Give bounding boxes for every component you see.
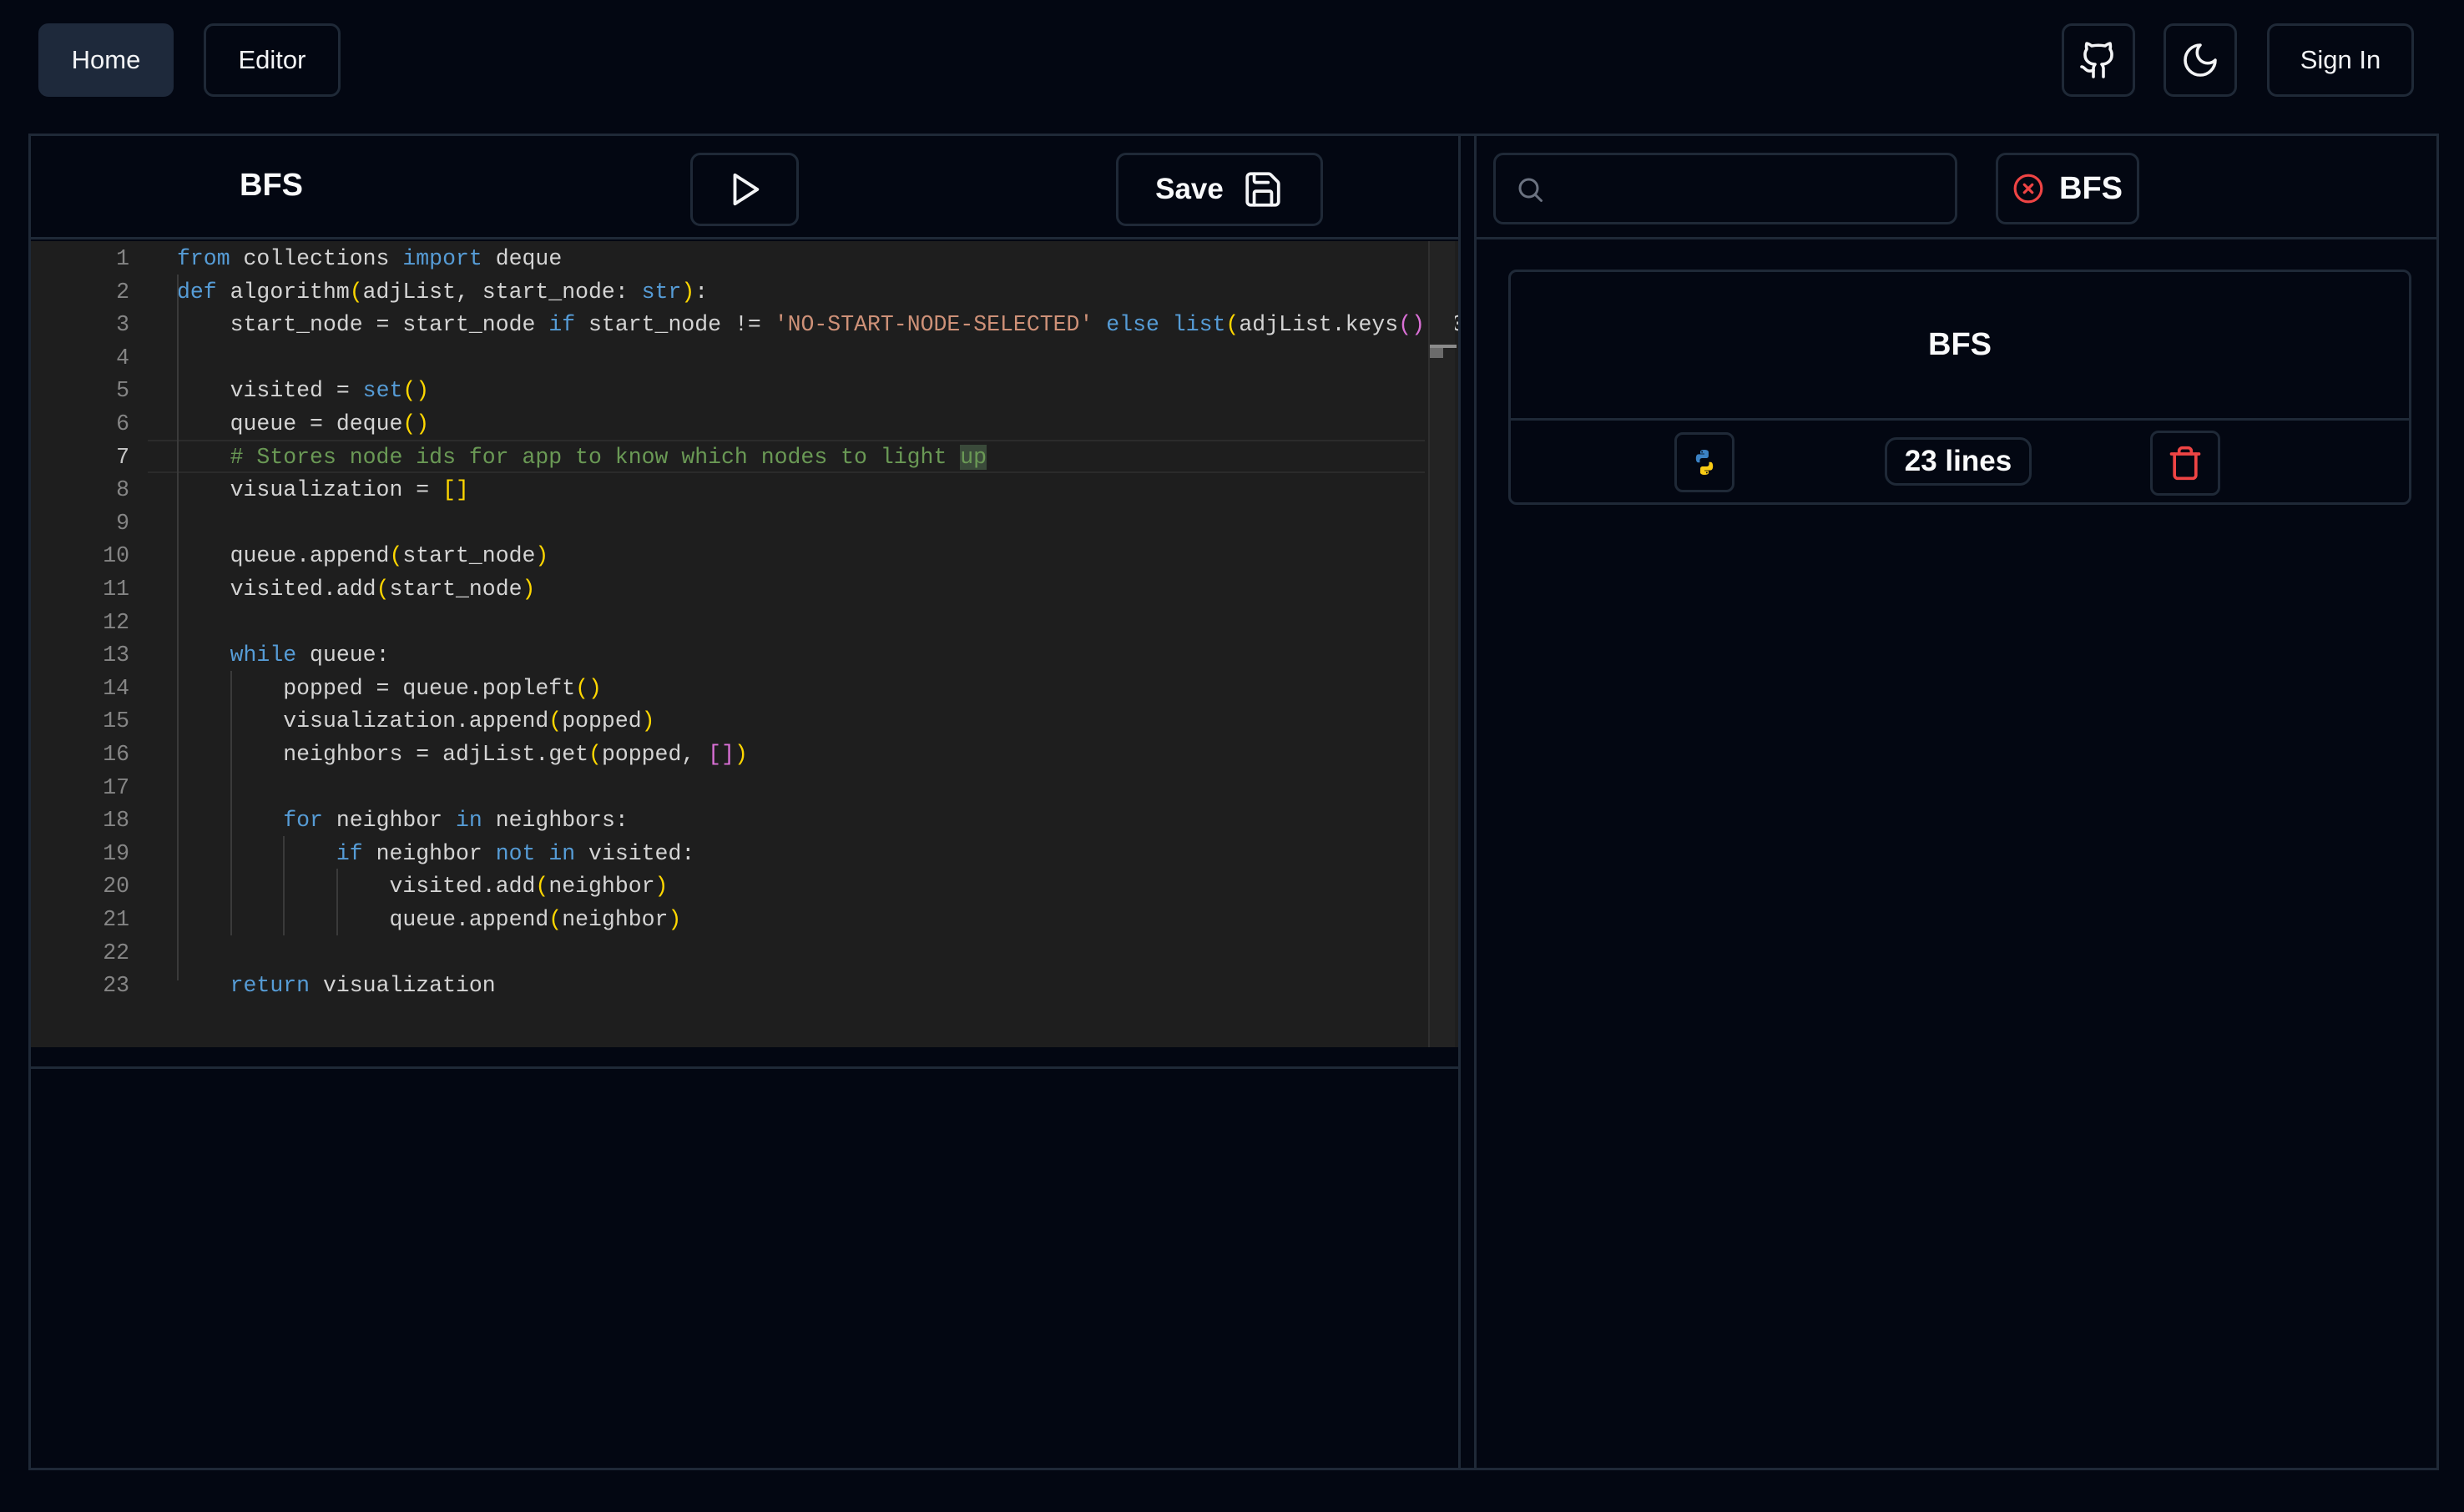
code-line[interactable]: from collections import deque <box>177 243 562 276</box>
indent-guide <box>283 836 285 935</box>
workspace-frame: BFS Save 1 2 3 4 5 6 7 8 9 10 11 12 13 1… <box>28 134 2439 1470</box>
nav-editor-button[interactable]: Editor <box>204 23 341 97</box>
code-editor[interactable]: 1 2 3 4 5 6 7 8 9 10 11 12 13 14 15 16 17 18 19 20 21 22 23 fr… <box>31 241 1458 1047</box>
editor-scrollbar[interactable] <box>1428 241 1455 1047</box>
output-panel <box>31 1069 1458 1468</box>
line-number: 12 <box>103 609 129 635</box>
pane-resize-handle[interactable] <box>1458 136 1477 1468</box>
code-line[interactable]: visited = set() <box>177 375 430 408</box>
github-icon <box>2078 40 2118 80</box>
code-line[interactable]: visited.add(start_node) <box>177 573 536 607</box>
search-icon <box>1515 174 1545 204</box>
clear-filter-icon[interactable] <box>2012 173 2044 204</box>
line-number: 15 <box>103 708 129 734</box>
code-line[interactable]: queue.append(start_node) <box>177 540 549 573</box>
line-number: 23 <box>103 973 129 999</box>
line-number: 5 <box>116 378 129 404</box>
line-number: 8 <box>116 477 129 503</box>
line-number: 6 <box>116 411 129 436</box>
line-number: 7 <box>116 444 129 470</box>
github-button[interactable] <box>2062 23 2135 97</box>
code-line[interactable]: if neighbor not in visited: <box>177 838 694 871</box>
line-number: 17 <box>103 774 129 800</box>
line-number: 3 <box>116 312 129 338</box>
sign-in-button[interactable]: Sign In <box>2267 23 2414 97</box>
line-number-gutter: 1 2 3 4 5 6 7 8 9 10 11 12 13 14 15 16 17 18 19 20 21 22 23 <box>31 241 148 1047</box>
algorithms-pane: BFS BFS 23 lines <box>1477 136 2436 1468</box>
code-line[interactable]: def algorithm(adjList, start_node: str): <box>177 276 708 310</box>
editor-pane: BFS Save 1 2 3 4 5 6 7 8 9 10 11 12 13 1… <box>31 136 1458 1468</box>
python-icon <box>1689 447 1719 477</box>
indent-guide <box>230 671 232 935</box>
line-number: 1 <box>116 246 129 271</box>
play-icon <box>725 170 764 209</box>
line-number: 16 <box>103 742 129 767</box>
line-number: 19 <box>103 840 129 866</box>
code-line[interactable]: visualization.append(popped) <box>177 705 654 738</box>
code-line[interactable]: queue = deque() <box>177 408 430 441</box>
nav-home-button[interactable]: Home <box>38 23 174 97</box>
save-icon <box>1242 169 1284 210</box>
line-number: 13 <box>103 643 129 668</box>
active-filter-chip[interactable]: BFS <box>1996 153 2139 224</box>
line-number: 18 <box>103 808 129 834</box>
save-button-label: Save <box>1155 173 1224 205</box>
line-number: 9 <box>116 510 129 536</box>
card-title: BFS <box>1928 327 1992 362</box>
line-count-badge: 23 lines <box>1885 437 2032 486</box>
card-header: BFS <box>1511 272 2409 421</box>
editor-header: BFS Save <box>31 136 1458 239</box>
search-input[interactable] <box>1493 153 1957 224</box>
algorithm-card[interactable]: BFS 23 lines <box>1508 270 2411 505</box>
code-line[interactable]: while queue: <box>177 639 390 673</box>
indent-guide <box>336 869 338 935</box>
run-button[interactable] <box>690 153 799 226</box>
line-number: 20 <box>103 874 129 900</box>
line-number: 22 <box>103 940 129 965</box>
line-number: 10 <box>103 543 129 569</box>
moon-icon <box>2180 40 2220 80</box>
code-line[interactable]: queue.append(neighbor) <box>177 904 681 937</box>
code-line[interactable]: start_node = start_node if start_node !=… <box>177 309 1458 342</box>
code-line[interactable]: # Stores node ids for app to know which … <box>177 441 987 475</box>
filter-chip-label: BFS <box>2059 170 2123 206</box>
language-button[interactable] <box>1674 432 1734 492</box>
code-content[interactable]: from collections import deque def algorit… <box>148 241 1458 1047</box>
code-line[interactable]: popped = queue.popleft() <box>177 673 602 706</box>
scrollbar-cursor-marker-line <box>1430 345 1457 348</box>
top-navigation: Home Editor Sign In <box>0 0 2464 125</box>
code-line[interactable]: neighbors = adjList.get(popped, []) <box>177 738 748 772</box>
trash-icon <box>2167 445 2204 481</box>
line-number: 4 <box>116 345 129 370</box>
line-number: 14 <box>103 675 129 701</box>
delete-button[interactable] <box>2150 431 2220 496</box>
line-number: 11 <box>103 577 129 602</box>
algorithm-title: BFS <box>240 168 303 203</box>
code-line[interactable]: visualization = [] <box>177 474 469 507</box>
code-line[interactable]: for neighbor in neighbors: <box>177 804 629 838</box>
line-number: 21 <box>103 907 129 932</box>
save-button[interactable]: Save <box>1116 153 1323 226</box>
code-line[interactable]: return visualization <box>177 970 496 1003</box>
theme-toggle-button[interactable] <box>2164 23 2237 97</box>
algorithms-header: BFS <box>1477 136 2436 239</box>
indent-guide <box>177 275 179 980</box>
line-number: 2 <box>116 279 129 305</box>
editor-divider <box>31 1047 1458 1069</box>
code-line[interactable]: visited.add(neighbor) <box>177 870 668 904</box>
